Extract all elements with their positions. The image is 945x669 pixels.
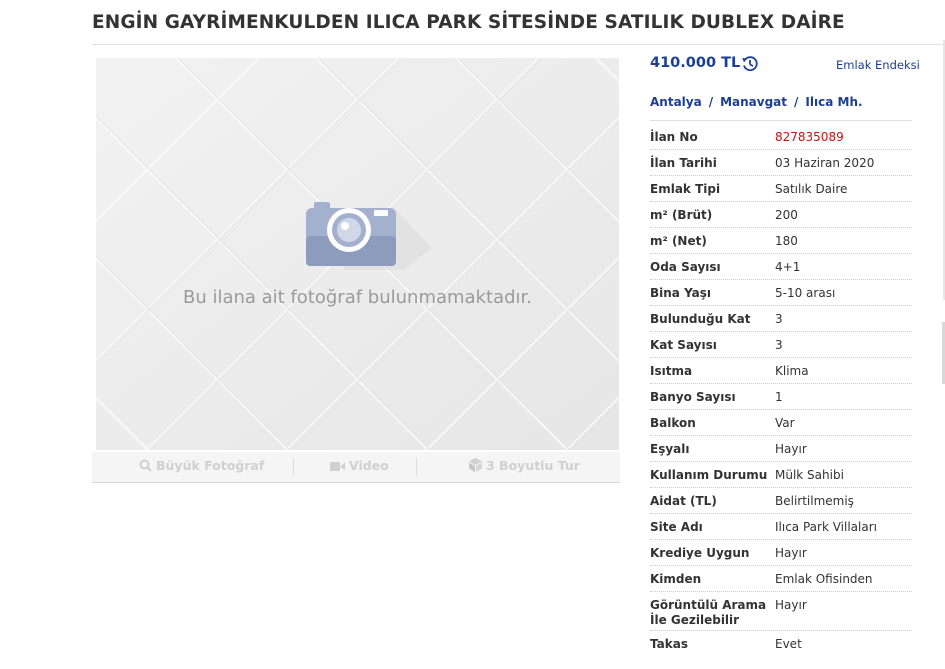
tour3d-button[interactable]: 3 Boyutlu Tur xyxy=(469,452,580,482)
big-photo-label: Büyük Fotoğraf xyxy=(156,458,265,473)
detail-row: Kat Sayısı 3 xyxy=(650,332,912,358)
detail-label: Banyo Sayısı xyxy=(650,390,736,404)
detail-value: Emlak Ofisinden xyxy=(775,572,873,586)
detail-label: Balkon xyxy=(650,416,696,430)
detail-row: Takas Evet xyxy=(650,631,912,656)
breadcrumb-divider xyxy=(650,120,912,121)
detail-row: m² (Net) 180 xyxy=(650,228,912,254)
detail-value: Hayır xyxy=(775,598,807,612)
no-photo-message: Bu ilana ait fotoğraf bulunmamaktadır. xyxy=(182,287,532,308)
detail-row: Banyo Sayısı 1 xyxy=(650,384,912,410)
detail-label: Görüntülü Arama İle Gezilebilir xyxy=(650,598,767,627)
magnifier-icon xyxy=(139,459,152,472)
media-separator xyxy=(293,458,294,476)
detail-label: Emlak Tipi xyxy=(650,182,721,196)
video-camera-icon xyxy=(330,462,345,471)
detail-label: Aidat (TL) xyxy=(650,494,717,508)
detail-value: Hayır xyxy=(775,442,807,456)
detail-value: 3 xyxy=(775,338,783,352)
detail-row: Isıtma Klima xyxy=(650,358,912,384)
detail-label: Oda Sayısı xyxy=(650,260,721,274)
media-bar: Büyük Fotoğraf Video 3 Boyutlu Tur xyxy=(92,452,620,483)
detail-value: 3 xyxy=(775,312,783,326)
detail-row: Kimden Emlak Ofisinden xyxy=(650,566,912,592)
details-list: İlan No 827835089 İlan Tarihi 03 Haziran 2… xyxy=(650,124,912,656)
detail-label: Takas xyxy=(650,637,688,651)
cube-icon xyxy=(469,458,482,472)
detail-value: Satılık Daire xyxy=(775,182,848,196)
detail-row: Eşyalı Hayır xyxy=(650,436,912,462)
photo-area: Bu ilana ait fotoğraf bulunmamaktadır. xyxy=(96,58,619,450)
detail-label: Kullanım Durumu xyxy=(650,468,768,482)
detail-label: m² (Brüt) xyxy=(650,208,713,222)
tour3d-label: 3 Boyutlu Tur xyxy=(486,458,580,473)
detail-value: 1 xyxy=(775,390,783,404)
breadcrumb-separator: / xyxy=(708,95,714,109)
detail-row: Oda Sayısı 4+1 xyxy=(650,254,912,280)
detail-row: m² (Brüt) 200 xyxy=(650,202,912,228)
media-separator xyxy=(416,458,417,476)
detail-label: Bina Yaşı xyxy=(650,286,712,300)
title-divider xyxy=(92,44,945,45)
detail-value: Var xyxy=(775,416,795,430)
breadcrumb-district[interactable]: Manavgat xyxy=(720,95,787,109)
detail-value: Evet xyxy=(775,637,802,651)
breadcrumb-neighborhood[interactable]: Ilıca Mh. xyxy=(805,95,862,109)
detail-label: Eşyalı xyxy=(650,442,690,456)
detail-row: Bina Yaşı 5-10 arası xyxy=(650,280,912,306)
detail-row: Aidat (TL) Belirtilmemiş xyxy=(650,488,912,514)
detail-label: İlan No xyxy=(650,130,698,144)
breadcrumb-separator: / xyxy=(794,95,799,109)
video-button[interactable]: Video xyxy=(330,452,389,482)
detail-label: İlan Tarihi xyxy=(650,156,717,170)
detail-label: Bulunduğu Kat xyxy=(650,312,751,326)
detail-label: Kat Sayısı xyxy=(650,338,717,352)
detail-value: 5-10 arası xyxy=(775,286,836,300)
detail-label: Krediye Uygun xyxy=(650,546,750,560)
video-label: Video xyxy=(349,458,389,473)
price: 410.000 TL xyxy=(650,55,741,71)
detail-row: İlan No 827835089 xyxy=(650,124,912,150)
detail-row: İlan Tarihi 03 Haziran 2020 xyxy=(650,150,912,176)
camera-icon xyxy=(306,202,432,270)
detail-row: Site Adı Ilıca Park Villaları xyxy=(650,514,912,540)
detail-row: Krediye Uygun Hayır xyxy=(650,540,912,566)
detail-value: Ilıca Park Villaları xyxy=(775,520,877,534)
detail-value: 03 Haziran 2020 xyxy=(775,156,875,170)
detail-value: Klima xyxy=(775,364,809,378)
listing-title: ENGİN GAYRİMENKULDEN ILICA PARK SİTESİND… xyxy=(92,12,845,33)
detail-label: m² (Net) xyxy=(650,234,707,248)
detail-row: Bulunduğu Kat 3 xyxy=(650,306,912,332)
big-photo-button[interactable]: Büyük Fotoğraf xyxy=(139,452,264,482)
history-icon[interactable] xyxy=(741,55,759,73)
detail-value: 180 xyxy=(775,234,798,248)
detail-row: Görüntülü Arama İle Gezilebilir Hayır xyxy=(650,592,912,631)
detail-label: Isıtma xyxy=(650,364,693,378)
detail-label: Kimden xyxy=(650,572,702,586)
detail-label: Site Adı xyxy=(650,520,703,534)
emlak-endeksi-link[interactable]: Emlak Endeksi xyxy=(836,58,920,72)
detail-row: Kullanım Durumu Mülk Sahibi xyxy=(650,462,912,488)
detail-row: Balkon Var xyxy=(650,410,912,436)
detail-value: 4+1 xyxy=(775,260,801,274)
listing-number: 827835089 xyxy=(775,130,844,144)
detail-value: Belirtilmemiş xyxy=(775,494,854,508)
detail-value: Mülk Sahibi xyxy=(775,468,844,482)
breadcrumb-city[interactable]: Antalya xyxy=(650,95,702,109)
breadcrumb: Antalya / Manavgat / Ilıca Mh. xyxy=(650,95,863,109)
detail-value: 200 xyxy=(775,208,798,222)
detail-value: Hayır xyxy=(775,546,807,560)
detail-row: Emlak Tipi Satılık Daire xyxy=(650,176,912,202)
